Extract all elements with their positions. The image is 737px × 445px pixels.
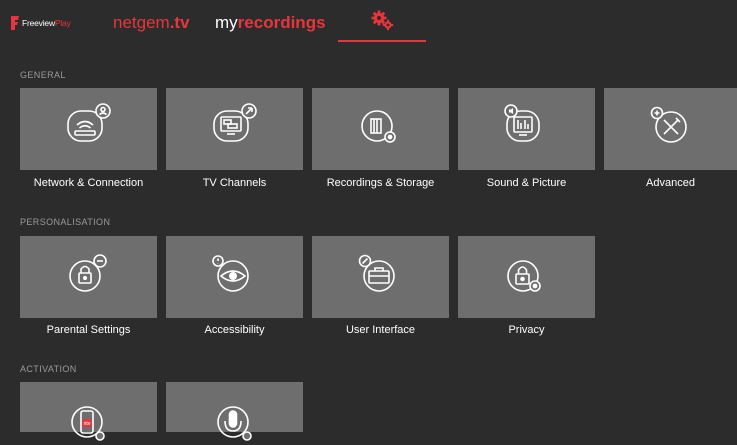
tile-tv-channels[interactable] bbox=[166, 88, 303, 170]
tile-privacy[interactable] bbox=[458, 236, 595, 318]
tv-channels-icon bbox=[213, 103, 257, 142]
brand-suffix: Play bbox=[54, 18, 71, 28]
section-label-personalisation: PERSONALISATION bbox=[20, 217, 111, 227]
section-label-activation: ACTIVATION bbox=[20, 364, 77, 374]
storage-icon bbox=[361, 110, 396, 143]
tile-recordings-storage[interactable] bbox=[312, 88, 449, 170]
active-tab-underline bbox=[338, 40, 426, 42]
tab-myrec-suffix: recordings bbox=[237, 13, 326, 32]
tab-netgem-prefix: netgem bbox=[113, 13, 170, 32]
top-bar: FreeviewPlay netgem.tv myrecordings bbox=[0, 0, 737, 46]
tile-label-recordings-storage: Recordings & Storage bbox=[326, 177, 435, 189]
mobile-app-badge: ntv bbox=[84, 421, 91, 427]
microphone-icon bbox=[217, 406, 252, 441]
tile-voice-control[interactable] bbox=[166, 382, 303, 441]
padlock-icon bbox=[69, 254, 107, 292]
gears-icon bbox=[371, 10, 394, 31]
toolbox-icon bbox=[358, 254, 395, 292]
tab-netgem-suffix: .tv bbox=[169, 13, 190, 32]
tab-myrec-prefix: my bbox=[215, 13, 238, 32]
tab-netgem-tv[interactable]: netgem.tv bbox=[113, 12, 190, 34]
eye-icon bbox=[212, 255, 249, 292]
tools-icon bbox=[650, 106, 687, 143]
tile-mobile-app[interactable]: ntv bbox=[20, 382, 157, 441]
tile-label-sound-picture: Sound & Picture bbox=[486, 177, 567, 189]
tile-label-user-interface: User Interface bbox=[345, 324, 416, 336]
router-icon bbox=[67, 103, 111, 142]
tile-advanced[interactable] bbox=[604, 88, 737, 170]
freeview-play-logo: FreeviewPlay bbox=[10, 14, 71, 32]
tile-sound-picture[interactable] bbox=[458, 88, 595, 170]
mobile-app-icon: ntv bbox=[71, 406, 105, 441]
tile-parental-settings[interactable] bbox=[20, 236, 157, 318]
tile-label-privacy: Privacy bbox=[508, 324, 545, 336]
tile-user-interface[interactable] bbox=[312, 236, 449, 318]
tile-accessibility[interactable] bbox=[166, 236, 303, 318]
tile-label-advanced: Advanced bbox=[646, 177, 695, 189]
tile-network-connection[interactable] bbox=[20, 88, 157, 170]
brand-name: Freeview bbox=[22, 18, 55, 28]
tile-label-parental-settings: Parental Settings bbox=[46, 324, 131, 336]
section-label-general: GENERAL bbox=[20, 70, 66, 80]
privacy-lock-icon bbox=[507, 260, 541, 292]
tile-label-accessibility: Accessibility bbox=[204, 324, 265, 336]
tab-my-recordings[interactable]: myrecordings bbox=[215, 12, 326, 34]
brand-text: FreeviewPlay bbox=[22, 18, 71, 28]
tile-label-network-connection: Network & Connection bbox=[33, 177, 144, 189]
freeview-logo-icon bbox=[10, 15, 20, 31]
tab-settings[interactable] bbox=[338, 8, 426, 42]
equalizer-icon bbox=[504, 104, 540, 142]
tile-label-tv-channels: TV Channels bbox=[202, 177, 267, 189]
